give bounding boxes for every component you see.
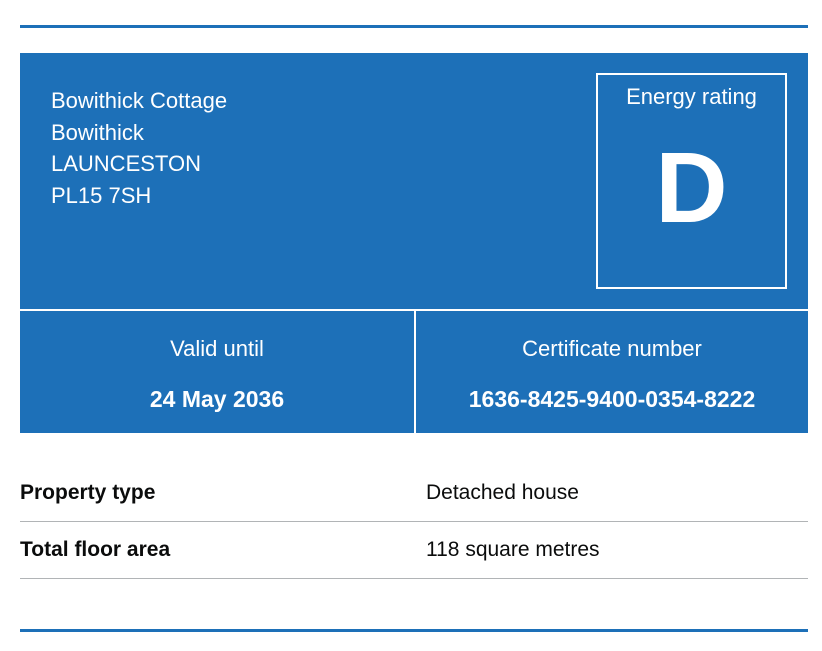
certificate-info-row: Valid until 24 May 2036 Certificate numb… (20, 311, 808, 433)
address-line-2: Bowithick (51, 119, 144, 145)
summary-value: 118 square metres (426, 538, 600, 561)
summary-key: Total floor area (20, 538, 171, 561)
address-town: LAUNCESTON (51, 151, 201, 176)
energy-rating-box: Energy rating D (596, 73, 787, 289)
energy-rating-label: Energy rating (626, 84, 757, 109)
certificate-header-panel: Bowithick Cottage Bowithick LAUNCESTON P… (20, 53, 808, 309)
valid-until-value: 24 May 2036 (149, 386, 285, 412)
certificate-number-cell: Certificate number 1636-8425-9400-0354-8… (416, 311, 808, 433)
address-postcode: PL15 7SH (51, 182, 152, 208)
summary-value: Detached house (426, 481, 579, 504)
valid-until-cell: Valid until 24 May 2036 (20, 311, 414, 433)
top-divider (20, 25, 808, 28)
address-line-1: Bowithick Cottage (51, 88, 228, 113)
summary-row-property-type: Property type Detached house (20, 465, 808, 522)
bottom-divider (20, 629, 808, 632)
valid-until-label: Valid until (170, 336, 264, 361)
energy-rating-letter: D (655, 132, 728, 244)
certificate-number-label: Certificate number (522, 336, 702, 361)
epc-summary-page: Bowithick Cottage Bowithick LAUNCESTON P… (0, 0, 822, 651)
property-address: Bowithick Cottage Bowithick LAUNCESTON P… (51, 85, 227, 211)
summary-key: Property type (20, 481, 156, 504)
property-summary-list: Property type Detached house Total floor… (20, 465, 808, 579)
certificate-number-value: 1636-8425-9400-0354-8222 (468, 386, 756, 412)
summary-row-floor-area: Total floor area 118 square metres (20, 522, 808, 579)
